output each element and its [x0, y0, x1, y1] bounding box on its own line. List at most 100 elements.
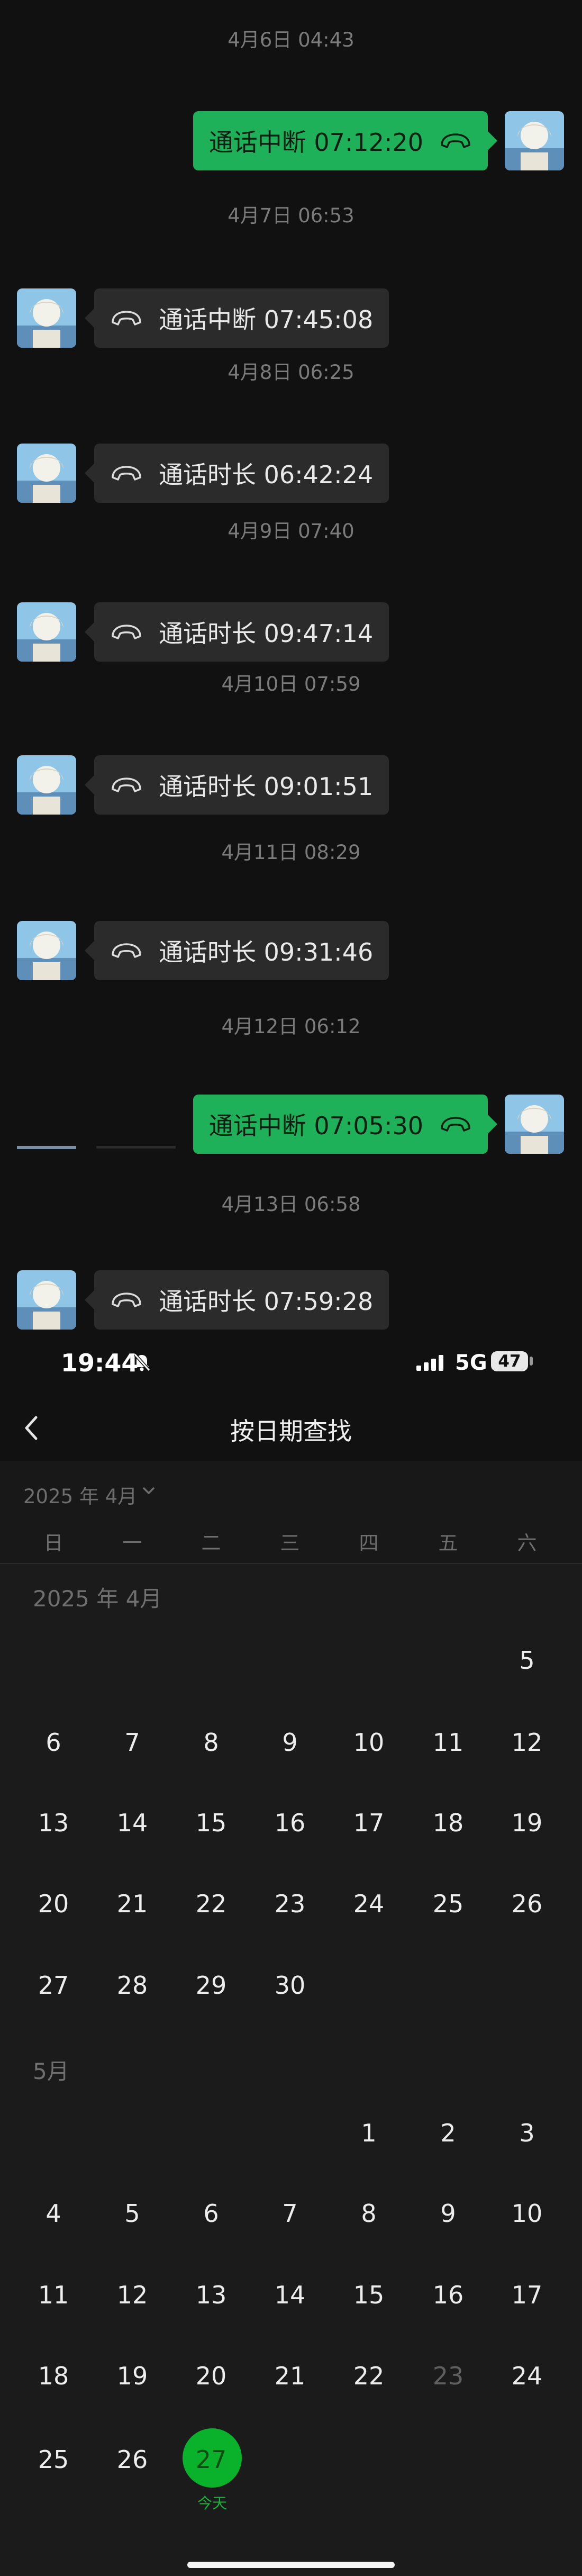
calendar-day[interactable]: 9 [411, 2199, 485, 2228]
weekday-label: 五 [438, 1532, 458, 1554]
weekday-label: 日 [43, 1532, 63, 1554]
calendar-day[interactable]: 18 [411, 1809, 485, 1837]
month-label-april: 2025 年 4月 [33, 1586, 162, 1612]
calendar-day[interactable]: 25 [411, 1890, 485, 1918]
calendar-day[interactable]: 14 [95, 1809, 169, 1837]
calendar-day[interactable]: 22 [332, 2362, 406, 2390]
call-record-bubble[interactable]: 通话时长 09:31:46 [84, 921, 389, 980]
calendar-day[interactable]: 2 [411, 2119, 485, 2147]
calendar-day[interactable]: 3 [490, 2119, 564, 2147]
call-record-text: 通话中断 07:05:30 [208, 1111, 423, 1140]
calendar-day[interactable]: 19 [490, 1809, 564, 1837]
calendar-day[interactable]: 11 [411, 1728, 485, 1757]
calendar-day[interactable]: 23 [411, 2362, 485, 2390]
calendar-day[interactable]: 20 [174, 2362, 248, 2390]
calendar-day[interactable]: 7 [95, 1728, 169, 1757]
chevron-down-icon[interactable] [142, 1486, 156, 1498]
calendar-day[interactable]: 10 [490, 2199, 564, 2228]
calendar-day-today[interactable]: 27 [174, 2445, 248, 2474]
calendar-day[interactable]: 14 [253, 2281, 327, 2309]
calendar-day[interactable]: 5 [95, 2199, 169, 2228]
calendar-day[interactable]: 5 [490, 1646, 564, 1675]
call-record-text: 通话中断 07:12:20 [208, 128, 423, 157]
home-indicator [187, 2562, 395, 2568]
calendar-day[interactable]: 9 [253, 1728, 327, 1757]
phone-icon [441, 1117, 470, 1132]
weekday-label: 四 [359, 1532, 379, 1554]
calendar-day[interactable]: 13 [16, 1809, 90, 1837]
chat-timestamp: 4月9日 07:40 [228, 520, 354, 543]
call-record-bubble[interactable]: 通话时长 07:59:28 [84, 1270, 389, 1330]
calendar-day[interactable]: 27 [16, 1971, 90, 2000]
calendar-day[interactable]: 12 [95, 2281, 169, 2309]
month-select[interactable]: 2025 年 4月 [23, 1480, 137, 1509]
page-title: 按日期查找 [230, 1417, 352, 1445]
call-record-bubble[interactable]: 通话时长 09:47:14 [84, 602, 389, 662]
phone-icon [112, 1292, 141, 1307]
call-record-text: 通话时长 09:47:14 [159, 619, 374, 648]
avatar[interactable] [505, 111, 564, 170]
calendar-day[interactable]: 8 [174, 1728, 248, 1757]
calendar-day[interactable]: 18 [16, 2362, 90, 2390]
calendar-day[interactable]: 23 [253, 1890, 327, 1918]
call-record-bubble[interactable]: 通话时长 06:42:24 [84, 444, 389, 503]
today-label: 今天 [197, 2494, 227, 2512]
calendar-day[interactable]: 15 [174, 1809, 248, 1837]
avatar[interactable] [17, 1270, 76, 1330]
chat-timestamp: 4月10日 07:59 [221, 673, 361, 695]
calendar-day[interactable]: 6 [16, 1728, 90, 1757]
calendar-day[interactable]: 20 [16, 1890, 90, 1918]
calendar-day[interactable]: 10 [332, 1728, 406, 1757]
chat-timestamp: 4月7日 06:53 [228, 204, 354, 227]
partial-message-edge [17, 1143, 176, 1149]
calendar-day[interactable]: 6 [174, 2199, 248, 2228]
month-label-may: 5月 [33, 2058, 69, 2084]
calendar-day[interactable]: 19 [95, 2362, 169, 2390]
calendar-day[interactable]: 30 [253, 1971, 327, 2000]
avatar[interactable] [17, 288, 76, 348]
weekday-label: 六 [517, 1532, 537, 1554]
calendar-day[interactable]: 26 [95, 2445, 169, 2474]
calendar-day[interactable]: 21 [253, 2362, 327, 2390]
calendar-day[interactable]: 16 [253, 1809, 327, 1837]
chat-timestamp: 4月8日 06:25 [228, 361, 354, 384]
calendar-day[interactable]: 16 [411, 2281, 485, 2309]
avatar[interactable] [17, 921, 76, 980]
weekday-label: 一 [122, 1532, 142, 1554]
call-record-bubble[interactable]: 通话时长 09:01:51 [84, 755, 389, 815]
chat-timestamp: 4月12日 06:12 [221, 1015, 361, 1038]
call-record-bubble[interactable]: 通话中断 07:12:20 [193, 111, 498, 170]
calendar-day[interactable]: 24 [490, 2362, 564, 2390]
calendar-day[interactable]: 13 [174, 2281, 248, 2309]
calendar-day[interactable]: 11 [16, 2281, 90, 2309]
status-time: 19:44 [61, 1349, 139, 1377]
avatar[interactable] [17, 444, 76, 503]
calendar-day[interactable]: 28 [95, 1971, 169, 2000]
chat-timestamp: 4月6日 04:43 [228, 29, 354, 51]
chat-timestamp: 4月11日 08:29 [221, 841, 361, 864]
weekday-label: 二 [201, 1532, 221, 1554]
calendar-day[interactable]: 26 [490, 1890, 564, 1918]
battery-cap [530, 1357, 533, 1366]
calendar-day[interactable]: 21 [95, 1890, 169, 1918]
calendar-day[interactable]: 12 [490, 1728, 564, 1757]
calendar-day[interactable]: 17 [332, 1809, 406, 1837]
avatar[interactable] [505, 1095, 564, 1154]
calendar-day[interactable]: 25 [16, 2445, 90, 2474]
call-record-bubble[interactable]: 通话中断 07:45:08 [84, 288, 389, 348]
avatar[interactable] [17, 755, 76, 815]
call-record-bubble[interactable]: 通话中断 07:05:30 [193, 1095, 498, 1154]
calendar-day[interactable]: 29 [174, 1971, 248, 2000]
phone-icon [112, 778, 141, 792]
calendar-day[interactable]: 4 [16, 2199, 90, 2228]
calendar-day[interactable]: 8 [332, 2199, 406, 2228]
calendar-day[interactable]: 22 [174, 1890, 248, 1918]
calendar-day[interactable]: 15 [332, 2281, 406, 2309]
avatar[interactable] [17, 602, 76, 662]
calendar-day[interactable]: 17 [490, 2281, 564, 2309]
phone-icon [112, 311, 141, 326]
call-record-text: 通话时长 09:01:51 [159, 772, 374, 801]
calendar-day[interactable]: 1 [332, 2119, 406, 2147]
calendar-day[interactable]: 7 [253, 2199, 327, 2228]
calendar-day[interactable]: 24 [332, 1890, 406, 1918]
